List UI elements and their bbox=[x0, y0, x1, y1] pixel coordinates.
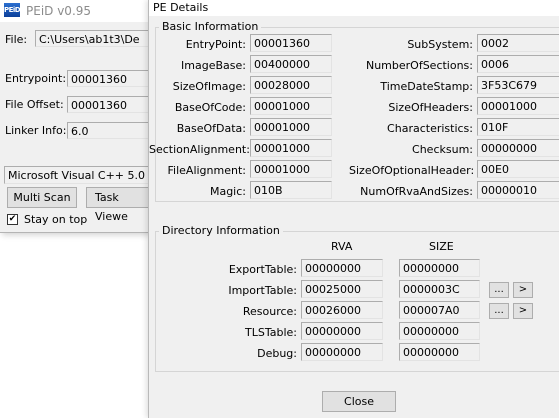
directory-arrow-button[interactable]: > bbox=[513, 282, 533, 298]
file-path-field[interactable]: C:\Users\ab1t3\De bbox=[35, 30, 148, 47]
basic-field-value[interactable]: 00001360 bbox=[250, 34, 332, 52]
rva-column-header: RVA bbox=[331, 240, 353, 253]
peid-title-bar[interactable]: PEiD PEiD v0.95 bbox=[0, 0, 148, 22]
entrypoint-field[interactable]: 00001360 bbox=[67, 70, 148, 87]
directory-rva-field[interactable]: 00026000 bbox=[301, 301, 383, 319]
peid-window-title: PEiD v0.95 bbox=[26, 4, 92, 18]
basic-field-label: BaseOfCode: bbox=[174, 101, 246, 114]
directory-label: Debug: bbox=[257, 347, 297, 360]
directory-label: ExportTable: bbox=[228, 263, 297, 276]
basic-field-value[interactable]: 3F53C679 bbox=[477, 76, 559, 94]
stay-on-top-label: Stay on top bbox=[24, 213, 88, 226]
basic-field-value[interactable]: 00400000 bbox=[250, 55, 332, 73]
basic-field-label: Magic: bbox=[209, 185, 246, 198]
basic-field-value[interactable]: 00000010 bbox=[477, 181, 559, 199]
pe-details-dialog: PE Details Basic Information Directory I… bbox=[148, 0, 559, 418]
directory-label: TLSTable: bbox=[245, 326, 297, 339]
directory-details-button[interactable]: ... bbox=[489, 282, 509, 298]
basic-field-label: FileAlignment: bbox=[167, 164, 246, 177]
directory-arrow-button[interactable]: > bbox=[513, 303, 533, 319]
basic-field-value[interactable]: 0002 bbox=[477, 34, 559, 52]
basic-field-value[interactable]: 00E0 bbox=[477, 160, 559, 178]
basic-field-value[interactable]: 00001000 bbox=[250, 139, 332, 157]
basic-field-label: ImageBase: bbox=[181, 59, 246, 72]
file-offset-field[interactable]: 00001360 bbox=[67, 96, 148, 113]
directory-rva-field[interactable]: 00000000 bbox=[301, 343, 383, 361]
directory-size-field[interactable]: 00000000 bbox=[399, 343, 480, 361]
basic-field-value[interactable]: 00001000 bbox=[250, 118, 332, 136]
directory-size-field[interactable]: 00000000 bbox=[399, 259, 480, 277]
basic-field-label: SizeOfHeaders: bbox=[388, 101, 473, 114]
pe-details-title: PE Details bbox=[153, 1, 209, 14]
basic-field-value[interactable]: 010B bbox=[250, 181, 332, 199]
peid-app-icon: PEiD bbox=[4, 3, 21, 17]
directory-rva-field[interactable]: 00025000 bbox=[301, 280, 383, 298]
linker-info-label: Linker Info: bbox=[5, 124, 67, 137]
linker-info-field[interactable]: 6.0 bbox=[67, 122, 148, 139]
basic-field-label: NumberOfSections: bbox=[365, 59, 473, 72]
basic-field-label: NumOfRvaAndSizes: bbox=[360, 185, 473, 198]
basic-field-value[interactable]: 00001000 bbox=[477, 97, 559, 115]
directory-label: Resource: bbox=[242, 305, 297, 318]
basic-field-value[interactable]: 00028000 bbox=[250, 76, 332, 94]
basic-field-value[interactable]: 00000000 bbox=[477, 139, 559, 157]
directory-rva-field[interactable]: 00000000 bbox=[301, 259, 383, 277]
basic-field-label: EntryPoint: bbox=[185, 38, 246, 51]
entrypoint-label: Entrypoint: bbox=[5, 72, 67, 85]
basic-field-value[interactable]: 00001000 bbox=[250, 160, 332, 178]
basic-field-value[interactable]: 0006 bbox=[477, 55, 559, 73]
multi-scan-button[interactable]: Multi Scan bbox=[7, 187, 77, 208]
basic-field-label: Checksum: bbox=[412, 143, 473, 156]
pe-details-title-bar[interactable]: PE Details bbox=[149, 0, 559, 16]
peid-main-window: PEiD PEiD v0.95 File: C:\Users\ab1t3\De … bbox=[0, 0, 149, 233]
directory-size-field[interactable]: 0000003C bbox=[399, 280, 480, 298]
size-column-header: SIZE bbox=[429, 240, 454, 253]
directory-label: ImportTable: bbox=[228, 284, 297, 297]
basic-field-value[interactable]: 00001000 bbox=[250, 97, 332, 115]
basic-field-label: SizeOfOptionalHeader: bbox=[349, 164, 475, 177]
directory-size-field[interactable]: 00000000 bbox=[399, 322, 480, 340]
directory-size-field[interactable]: 000007A0 bbox=[399, 301, 480, 319]
close-button[interactable]: Close bbox=[322, 391, 396, 412]
basic-field-value[interactable]: 010F bbox=[477, 118, 559, 136]
detection-result-field[interactable]: Microsoft Visual C++ 5.0 bbox=[4, 166, 148, 184]
directory-rva-field[interactable]: 00000000 bbox=[301, 322, 383, 340]
file-offset-label: File Offset: bbox=[5, 98, 64, 111]
basic-field-label: TimeDateStamp: bbox=[380, 80, 473, 93]
basic-field-label: SubSystem: bbox=[407, 38, 473, 51]
basic-field-label: Characteristics: bbox=[387, 122, 473, 135]
basic-field-label: SectionAlignment: bbox=[149, 143, 250, 156]
directory-information-title: Directory Information bbox=[159, 224, 283, 237]
basic-field-label: BaseOfData: bbox=[176, 122, 246, 135]
task-viewer-button[interactable]: Task Viewe bbox=[86, 187, 148, 223]
directory-details-button[interactable]: ... bbox=[489, 303, 509, 319]
basic-information-title: Basic Information bbox=[159, 20, 262, 33]
basic-field-label: SizeOfImage: bbox=[172, 80, 246, 93]
stay-on-top-checkbox[interactable]: ✔ bbox=[7, 214, 18, 225]
file-label: File: bbox=[5, 33, 28, 46]
